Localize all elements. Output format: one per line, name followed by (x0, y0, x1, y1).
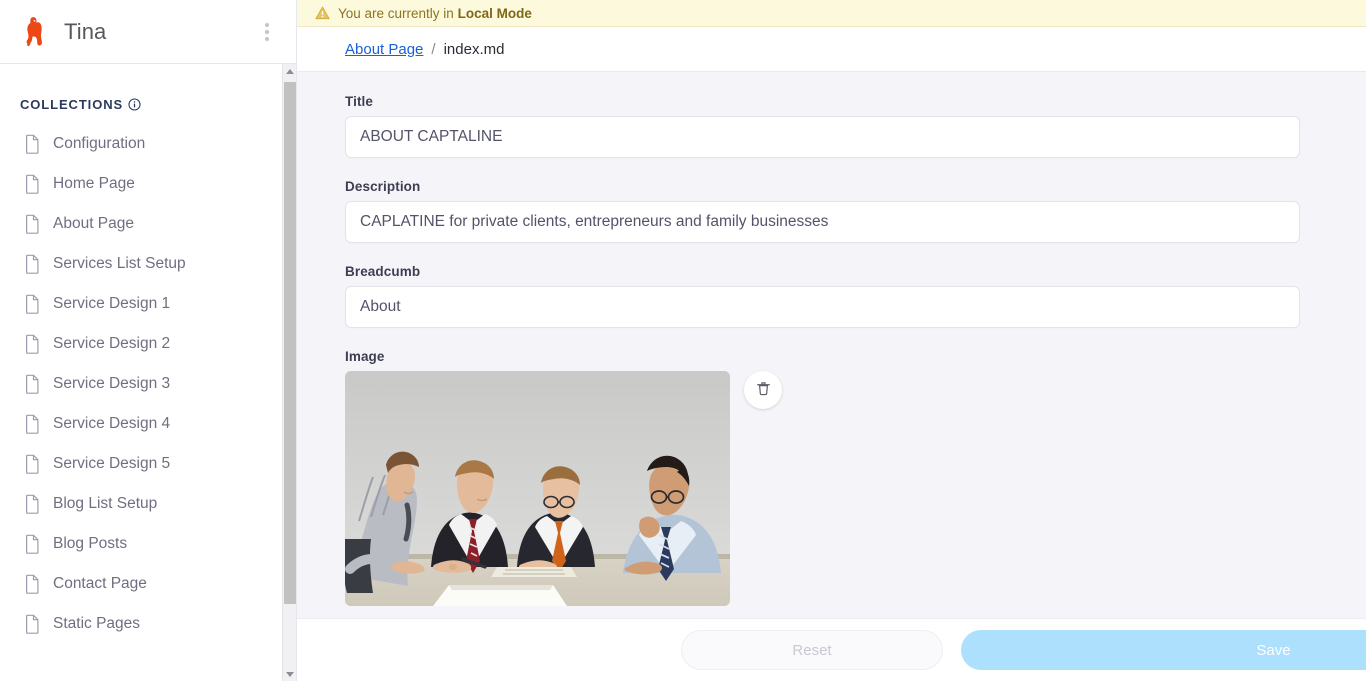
breadcumb-input[interactable] (345, 286, 1300, 328)
sidebar-item-service-design-5[interactable]: Service Design 5 (0, 444, 282, 484)
sidebar-item-label: Blog Posts (53, 535, 128, 552)
field-breadcumb: Breadcumb (345, 264, 1366, 328)
llama-icon (20, 15, 54, 49)
sidebar-item-static-pages[interactable]: Static Pages (0, 604, 282, 644)
scroll-down-arrow-icon[interactable] (283, 667, 296, 681)
sidebar-item-label: Service Design 1 (53, 295, 171, 312)
reset-button[interactable]: Reset (681, 630, 943, 670)
info-circle-icon[interactable] (128, 98, 141, 111)
image-field-row (345, 371, 1366, 606)
breadcumb-label: Breadcumb (345, 264, 421, 279)
sidebar-item-service-design-3[interactable]: Service Design 3 (0, 364, 282, 404)
document-icon (24, 294, 41, 314)
brand-name: Tina (64, 18, 107, 44)
sidebar-item-about-page[interactable]: About Page (0, 204, 282, 244)
sidebar-item-label: Service Design 3 (53, 375, 171, 392)
sidebar-item-label: Static Pages (53, 615, 141, 632)
breadcrumb-current: index.md (443, 40, 505, 58)
sidebar-item-service-design-2[interactable]: Service Design 2 (0, 324, 282, 364)
sidebar-item-label: Service Design 5 (53, 455, 171, 472)
document-icon (24, 174, 41, 194)
document-icon (24, 494, 41, 514)
form-region: Title Description Breadcumb Image (297, 72, 1366, 618)
document-icon (24, 374, 41, 394)
field-image: Image (345, 349, 1366, 606)
image-preview[interactable] (345, 371, 730, 606)
sidebar-item-label: Services List Setup (53, 255, 186, 272)
trash-icon (755, 380, 772, 400)
local-mode-banner: You are currently in Local Mode (297, 0, 1366, 27)
document-icon (24, 534, 41, 554)
sidebar-item-contact-page[interactable]: Contact Page (0, 564, 282, 604)
breadcrumb: About Page / index.md (297, 27, 1366, 72)
document-icon (24, 614, 41, 634)
collections-heading: COLLECTIONS (0, 64, 282, 124)
breadcrumb-parent-link[interactable]: About Page (345, 41, 423, 58)
sidebar-item-label: Home Page (53, 175, 135, 192)
scroll-up-arrow-icon[interactable] (283, 64, 296, 78)
description-input[interactable] (345, 201, 1300, 243)
document-icon (24, 254, 41, 274)
form-footer: Reset Save (297, 618, 1366, 681)
tina-cms-admin: Tina COLLECTIONS Configuration Home Page… (0, 0, 1366, 681)
sidebar-item-home-page[interactable]: Home Page (0, 164, 282, 204)
main-content: You are currently in Local Mode About Pa… (296, 0, 1366, 681)
sidebar-item-label: About Page (53, 215, 135, 232)
banner-prefix: You are currently in (338, 5, 458, 21)
sidebar-item-label: Contact Page (53, 575, 147, 592)
title-input[interactable] (345, 116, 1300, 158)
local-mode-text: You are currently in Local Mode (338, 6, 532, 21)
form-scroll-area: Title Description Breadcumb Image (297, 72, 1366, 618)
sidebar-item-services-list-setup[interactable]: Services List Setup (0, 244, 282, 284)
delete-image-button[interactable] (744, 371, 782, 409)
sidebar-header: Tina (0, 0, 296, 64)
sidebar-item-configuration[interactable]: Configuration (0, 124, 282, 164)
sidebar-item-label: Service Design 4 (53, 415, 171, 432)
sidebar: Tina COLLECTIONS Configuration Home Page… (0, 0, 296, 681)
document-icon (24, 334, 41, 354)
document-icon (24, 574, 41, 594)
image-label: Image (345, 349, 385, 364)
save-button[interactable]: Save (961, 630, 1366, 670)
breadcrumb-separator: / (431, 40, 436, 58)
kebab-menu-icon[interactable] (254, 15, 280, 49)
warning-triangle-icon (315, 6, 330, 20)
field-title: Title (345, 94, 1366, 158)
document-icon (24, 414, 41, 434)
sidebar-item-label: Blog List Setup (53, 495, 158, 512)
field-description: Description (345, 179, 1366, 243)
description-label: Description (345, 179, 421, 194)
sidebar-item-label: Service Design 2 (53, 335, 171, 352)
site-heading: SITE (0, 644, 282, 681)
title-label: Title (345, 94, 374, 109)
sidebar-scroll-area: COLLECTIONS Configuration Home Page Abou… (0, 64, 282, 681)
document-icon (24, 214, 41, 234)
sidebar-item-blog-posts[interactable]: Blog Posts (0, 524, 282, 564)
document-icon (24, 454, 41, 474)
sidebar-scrollbar-thumb[interactable] (284, 82, 296, 604)
collections-nav-list: Configuration Home Page About Page Servi… (0, 124, 282, 644)
collections-heading-label: COLLECTIONS (20, 97, 124, 112)
banner-mode: Local Mode (457, 5, 532, 21)
sidebar-scrollbar[interactable] (282, 64, 296, 681)
sidebar-item-service-design-4[interactable]: Service Design 4 (0, 404, 282, 444)
sidebar-item-service-design-1[interactable]: Service Design 1 (0, 284, 282, 324)
sidebar-item-label: Configuration (53, 135, 146, 152)
sidebar-item-blog-list-setup[interactable]: Blog List Setup (0, 484, 282, 524)
sidebar-body: COLLECTIONS Configuration Home Page Abou… (0, 64, 296, 681)
document-icon (24, 134, 41, 154)
